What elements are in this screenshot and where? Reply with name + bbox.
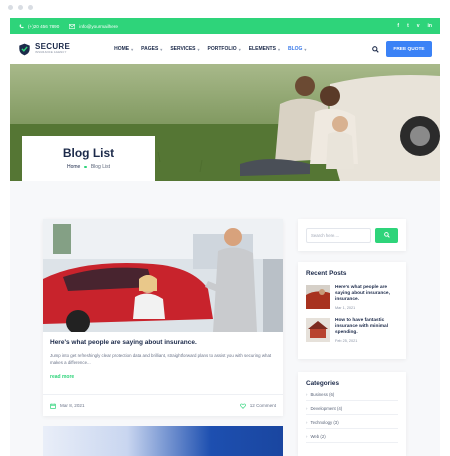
facebook-icon[interactable]: f [397,23,399,29]
post-image[interactable] [43,219,283,332]
menu-item-blog[interactable]: BLOG ▾ [288,46,306,52]
read-more-link[interactable]: read more [50,374,276,380]
recent-post-item[interactable]: How to have fantastic insurance with min… [306,318,398,343]
mail-icon [69,23,76,29]
post-comments[interactable]: 12 Comment [239,403,276,409]
window-controls [8,5,33,10]
main-navigation: SECURE INSURANCE AGENCY HOME ▾ PAGES ▾ SER… [10,34,440,64]
linkedin-icon[interactable]: in [428,23,432,29]
next-post-image[interactable] [43,426,283,456]
post-date: Mar 8, 2021 [50,403,85,409]
menu-item-pages[interactable]: PAGES ▾ [141,46,162,52]
chevron-down-icon: ▾ [131,46,134,52]
post-date-text: Mar 8, 2021 [60,403,85,408]
category-label: Business (6) [310,392,335,397]
shield-logo-icon [19,43,30,55]
recent-post-date: Mar 1, 2021 [335,306,356,310]
free-quote-button[interactable]: FREE QUOTE [386,41,432,57]
breadcrumb-home[interactable]: Home [67,164,80,170]
hero-title-card: Blog List Home Blog List [22,136,155,181]
breadcrumb-separator [84,165,87,169]
menu-item-home[interactable]: HOME ▾ [114,46,133,52]
recent-post-date: Feb 25, 2021 [335,339,358,343]
chevron-right-icon: › [306,392,308,397]
recent-post-item[interactable]: Here's what people are saying about insu… [306,285,398,310]
post-excerpt: Jump into get refreshingly clear protect… [50,353,272,365]
chevron-down-icon: ▾ [197,46,200,52]
search-widget: Search here.... [298,219,406,251]
browser-frame: (+)20 456 7890 info@yourmailhere f t v i… [0,0,450,456]
menu-item-portfolio[interactable]: PORTFOLIO ▾ [208,46,241,52]
category-item[interactable]: › Technology (3) [306,420,398,429]
recent-post-title[interactable]: Here's what people are saying about insu… [335,285,398,303]
page-title: Blog List [62,146,115,160]
search-button[interactable] [375,227,398,243]
menu-item-elements[interactable]: ELEMENTS ▾ [249,46,280,52]
brand-name: SECURE [35,42,71,52]
search-icon[interactable] [370,44,380,54]
menu-label: HOME [114,46,130,52]
phone-number: (+)20 456 7890 [28,23,60,29]
category-item[interactable]: › Development (4) [306,406,398,415]
brand-logo[interactable]: SECURE INSURANCE AGENCY [18,43,70,56]
vimeo-icon[interactable]: v [417,23,420,29]
window-dot[interactable] [28,5,33,10]
top-bar: (+)20 456 7890 info@yourmailhere f t v i… [10,18,440,34]
heart-icon [239,403,246,409]
phone-icon [18,23,24,29]
menu-item-services[interactable]: SERVICES ▾ [170,46,199,52]
categories-title: Categories [306,380,340,387]
email-contact[interactable]: info@yourmailhere [69,23,118,29]
category-label: Development (4) [310,406,343,411]
comment-count: 12 Comment [249,403,276,408]
menu-label: PORTFOLIO [207,46,237,52]
recent-post-title[interactable]: How to have fantastic insurance with min… [335,318,398,336]
blog-post-card: Here's what people are saying about insu… [43,219,283,416]
brand-tagline: INSURANCE AGENCY [35,51,67,55]
breadcrumb-current: Blog List [90,164,111,170]
recent-posts-widget: Recent Posts Here's what people are sayi… [298,262,406,359]
search-icon [383,232,390,238]
category-item[interactable]: › Business (6) [306,392,398,401]
menu-label: SERVICES [170,46,196,52]
recent-post-thumbnail[interactable] [306,285,330,309]
menu-label: BLOG [287,46,303,52]
breadcrumb: Home Blog List [22,164,155,170]
menu-label: PAGES [141,46,159,52]
post-meta: Mar 8, 2021 12 Comment [43,394,283,416]
chevron-down-icon: ▾ [277,46,280,52]
category-label: Technology (3) [310,420,339,425]
menu: HOME ▾ PAGES ▾ SERVICES ▾ PORTFOLIO ▾ ELEMEN… [114,46,306,52]
chevron-right-icon: › [306,420,308,425]
recent-posts-title: Recent Posts [306,270,347,277]
page-hero: Blog List Home Blog List [10,64,440,181]
window-dot[interactable] [18,5,23,10]
chevron-right-icon: › [306,434,308,439]
chevron-down-icon: ▾ [160,46,163,52]
menu-label: ELEMENTS [248,46,276,52]
email-address: info@yourmailhere [79,23,118,29]
content-area: Here's what people are saying about insu… [10,181,440,456]
search-input[interactable]: Search here.... [306,227,372,243]
post-title[interactable]: Here's what people are saying about insu… [50,339,276,346]
chevron-right-icon: › [306,406,308,411]
calendar-icon [50,403,56,409]
chevron-down-icon: ▾ [238,46,241,52]
recent-post-thumbnail[interactable] [306,318,330,342]
categories-widget: Categories › Business (6) › Development (4… [298,372,406,456]
category-label: Web (2) [310,434,326,439]
twitter-icon[interactable]: t [407,23,409,29]
category-item[interactable]: › Web (2) [306,434,398,443]
social-links: f t v in [397,23,432,29]
phone-contact[interactable]: (+)20 456 7890 [18,23,59,29]
window-dot[interactable] [8,5,13,10]
chevron-down-icon: ▾ [304,46,307,52]
